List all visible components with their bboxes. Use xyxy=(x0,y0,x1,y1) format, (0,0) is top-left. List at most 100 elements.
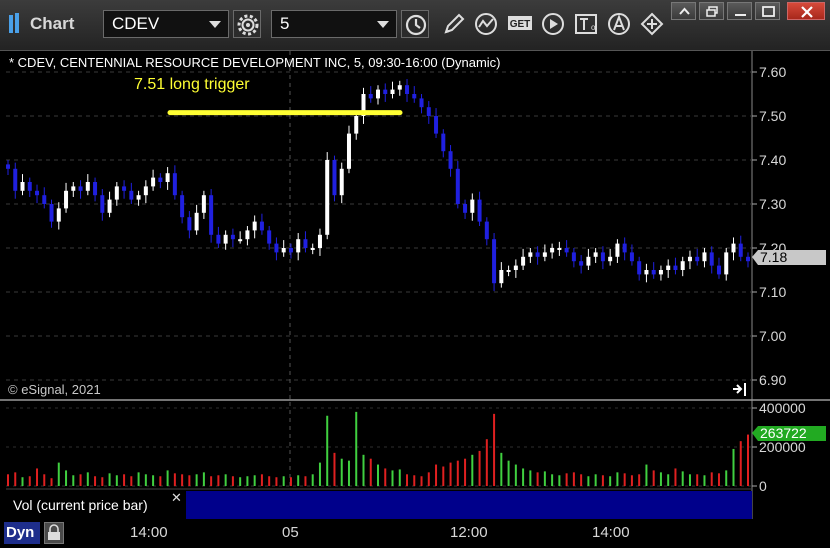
candle-body xyxy=(27,182,32,191)
candle-body xyxy=(412,94,417,99)
link-button[interactable] xyxy=(638,10,666,38)
candle-body xyxy=(484,221,489,240)
candle-body xyxy=(622,243,627,253)
y-tick-label: 7.30 xyxy=(759,196,786,212)
last-price-badge: 7.18 xyxy=(752,249,826,265)
candle-body xyxy=(724,252,729,275)
collapse-button[interactable] xyxy=(671,2,696,20)
text-tool-button[interactable]: o xyxy=(572,10,600,38)
candle-body xyxy=(100,195,105,213)
symbol-value: CDEV xyxy=(112,14,160,33)
candle-body xyxy=(143,186,148,196)
candle-body xyxy=(448,151,453,169)
lock-icon xyxy=(48,524,60,540)
settings-button[interactable] xyxy=(233,10,261,38)
restore-button[interactable] xyxy=(699,2,724,20)
candle-body xyxy=(600,252,605,262)
scroll-end-icon[interactable] xyxy=(733,383,746,396)
time-button[interactable] xyxy=(401,10,429,38)
volume-tick-label: 400000 xyxy=(759,400,806,416)
play-button[interactable] xyxy=(539,10,567,38)
candle-body xyxy=(702,252,707,262)
candle-body xyxy=(535,252,540,257)
minimize-button[interactable] xyxy=(727,2,752,20)
minimize-icon xyxy=(735,14,746,16)
candle-body xyxy=(354,116,359,134)
chevron-down-icon[interactable] xyxy=(209,21,221,28)
candle-body xyxy=(579,261,584,266)
candle-body xyxy=(746,256,750,262)
candle-body xyxy=(56,208,61,222)
candle-body xyxy=(339,168,344,196)
candle-body xyxy=(658,270,663,275)
chart-area[interactable]: 7.607.507.407.307.207.107.006.90 4000002… xyxy=(0,51,830,519)
candle-body xyxy=(325,160,330,235)
candle-body xyxy=(252,221,257,231)
candle-body xyxy=(85,182,90,191)
candle-body xyxy=(615,243,620,257)
volume-tick-label: 0 xyxy=(759,478,767,494)
clock-icon xyxy=(405,14,427,36)
x-tick-label: 05 xyxy=(282,524,299,541)
maximize-button[interactable] xyxy=(755,2,780,20)
candle-body xyxy=(608,256,613,262)
volume-study-label[interactable]: Vol (current price bar) xyxy=(6,493,170,517)
line-tools-button[interactable] xyxy=(473,10,501,38)
candle-body xyxy=(187,217,192,231)
candle-body xyxy=(463,204,468,213)
alert-button[interactable] xyxy=(605,10,633,38)
candle-body xyxy=(42,195,47,204)
candle-body xyxy=(194,212,199,231)
candle-body xyxy=(93,182,98,196)
candle-body xyxy=(317,234,322,248)
chevron-down-icon[interactable] xyxy=(377,21,389,28)
candle-body xyxy=(593,252,598,257)
chart-header: * CDEV, CENTENNIAL RESOURCE DEVELOPMENT … xyxy=(9,55,501,70)
candle-body xyxy=(521,256,526,266)
x-tick-label: 14:00 xyxy=(592,524,630,541)
dynamic-button[interactable]: Dyn xyxy=(4,522,40,544)
candle-body xyxy=(158,177,163,182)
volume-axis: 400000 200000 0 xyxy=(752,400,806,494)
get-data-button[interactable]: GET xyxy=(506,10,534,38)
candle-body xyxy=(637,261,642,275)
close-button[interactable] xyxy=(787,2,825,20)
y-tick-label: 7.60 xyxy=(759,64,786,80)
app-title: Chart xyxy=(30,14,75,33)
candle-body xyxy=(441,133,446,152)
volume-current-text: 263722 xyxy=(760,425,807,441)
candle-body xyxy=(368,94,373,99)
candle-body xyxy=(49,204,54,222)
interval-combo[interactable]: 5 xyxy=(271,10,397,38)
y-tick-label: 7.50 xyxy=(759,108,786,124)
settings-gear-icon xyxy=(237,14,259,36)
candle-body xyxy=(64,190,69,209)
candle-body xyxy=(731,243,736,253)
candle-body xyxy=(20,182,25,191)
volume-tick-label: 200000 xyxy=(759,439,806,455)
candle-body xyxy=(13,168,18,191)
candle-body xyxy=(644,270,649,275)
symbol-combo[interactable]: CDEV xyxy=(103,10,229,38)
collapse-icon xyxy=(679,7,690,15)
y-tick-label: 7.10 xyxy=(759,284,786,300)
candle-body xyxy=(296,239,301,253)
candle-body xyxy=(492,239,497,284)
candle-body xyxy=(216,234,221,244)
candle-body xyxy=(288,248,293,253)
candle-body xyxy=(376,89,380,99)
candle-body xyxy=(267,230,272,244)
maximize-icon xyxy=(762,6,775,17)
svg-text:o: o xyxy=(591,23,596,32)
candle-body xyxy=(470,199,475,213)
candle-body xyxy=(303,239,308,248)
candle-body xyxy=(151,177,156,187)
draw-pencil-button[interactable] xyxy=(440,10,468,38)
close-icon[interactable]: ✕ xyxy=(171,490,182,506)
candle-body xyxy=(680,261,685,270)
candle-body xyxy=(165,173,170,182)
time-axis xyxy=(0,519,830,546)
candle-body xyxy=(209,195,214,235)
candle-body xyxy=(332,160,337,196)
lock-button[interactable] xyxy=(44,522,64,544)
